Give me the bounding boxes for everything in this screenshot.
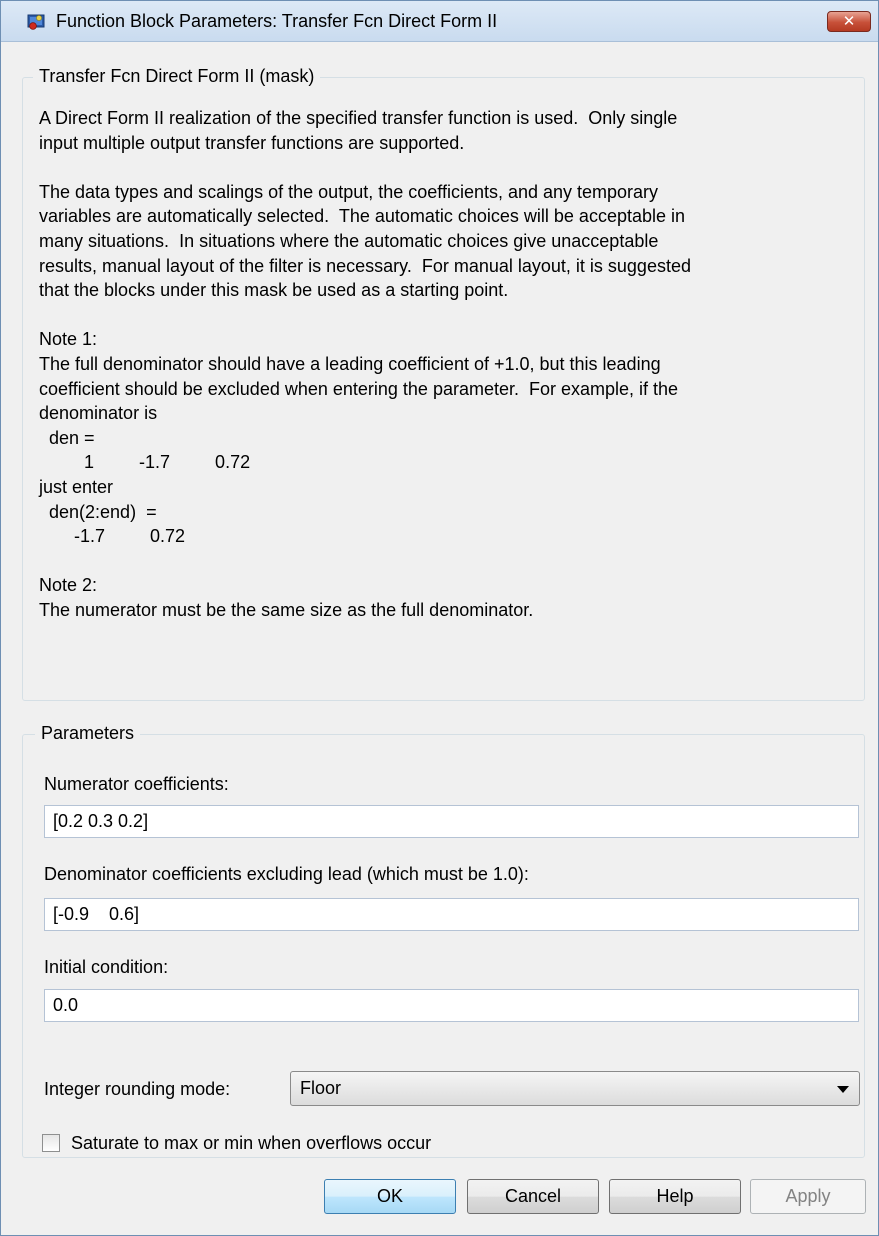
chevron-down-icon xyxy=(837,1086,849,1093)
initial-condition-input[interactable] xyxy=(44,989,859,1022)
help-button[interactable]: Help xyxy=(609,1179,741,1214)
saturate-label[interactable]: Saturate to max or min when overflows oc… xyxy=(71,1132,431,1154)
rounding-mode-select[interactable]: Floor xyxy=(290,1071,860,1106)
window-title: Function Block Parameters: Transfer Fcn … xyxy=(56,11,498,31)
numerator-input[interactable] xyxy=(44,805,859,838)
denominator-label: Denominator coefficients excluding lead … xyxy=(44,864,529,884)
saturate-checkbox[interactable] xyxy=(42,1134,60,1152)
mask-description: A Direct Form II realization of the spec… xyxy=(39,108,691,620)
dialog-window: Function Block Parameters: Transfer Fcn … xyxy=(0,0,879,1236)
close-button[interactable]: ✕ xyxy=(827,11,871,32)
numerator-label: Numerator coefficients: xyxy=(44,774,229,794)
mask-legend: Transfer Fcn Direct Form II (mask) xyxy=(33,65,321,87)
title-bar[interactable]: Function Block Parameters: Transfer Fcn … xyxy=(1,1,878,42)
ok-button[interactable]: OK xyxy=(324,1179,456,1214)
denominator-input[interactable] xyxy=(44,898,859,931)
rounding-mode-label: Integer rounding mode: xyxy=(44,1079,231,1099)
apply-button[interactable]: Apply xyxy=(750,1179,866,1214)
rounding-mode-value: Floor xyxy=(300,1078,342,1098)
cancel-button[interactable]: Cancel xyxy=(467,1179,599,1214)
parameters-legend: Parameters xyxy=(35,722,141,744)
simulink-app-icon xyxy=(27,12,45,30)
initial-condition-label: Initial condition: xyxy=(44,957,169,977)
close-icon: ✕ xyxy=(842,12,856,30)
